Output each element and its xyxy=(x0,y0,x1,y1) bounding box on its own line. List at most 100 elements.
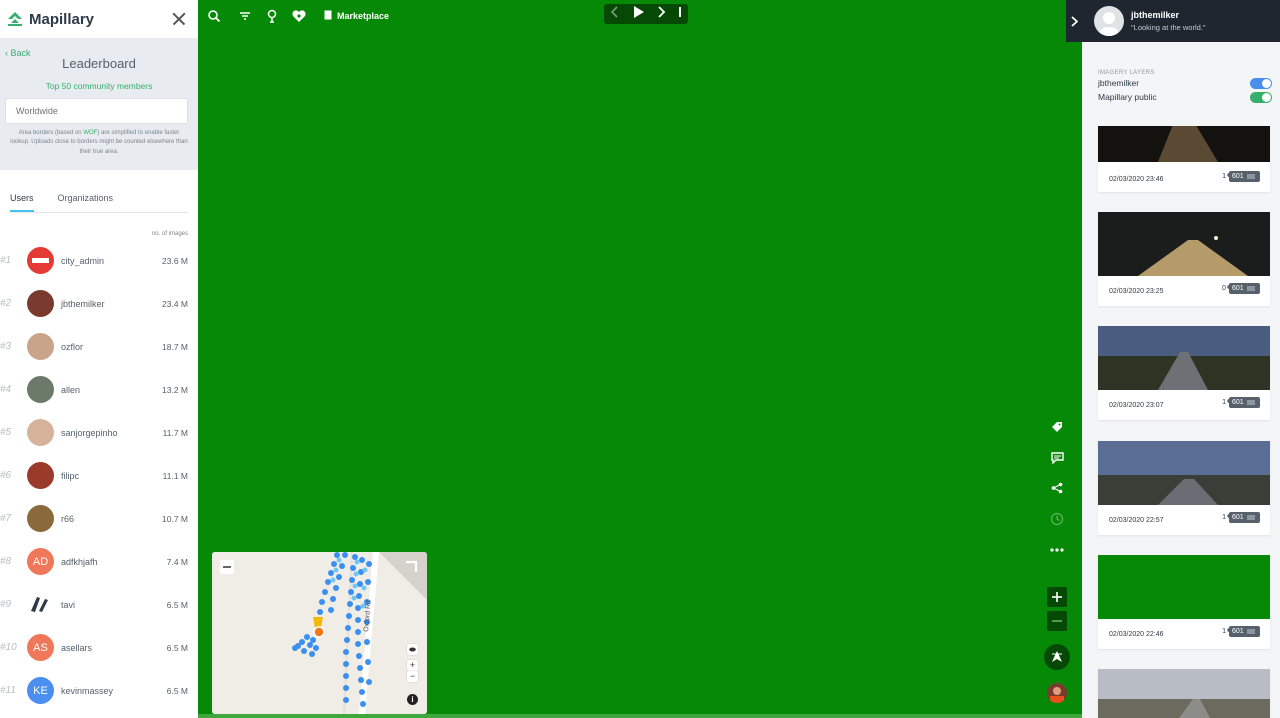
view-count-value: 1 xyxy=(1222,398,1226,406)
next-icon[interactable] xyxy=(656,5,666,23)
zoom-out-icon[interactable] xyxy=(1047,611,1067,631)
info-icon[interactable]: i xyxy=(407,694,418,705)
image-count: 23.4 M xyxy=(162,298,188,309)
sequence-card[interactable]: 02/03/2020 23:07 1 601 xyxy=(1098,326,1270,420)
user-avatar[interactable]: KE xyxy=(27,677,54,704)
zoom-in-icon[interactable] xyxy=(1047,587,1067,607)
leaderboard-row[interactable]: #3 ozflor 18.7 M xyxy=(0,325,198,368)
region-search-input[interactable] xyxy=(5,98,188,124)
comment-icon[interactable] xyxy=(1047,448,1067,468)
filter-icon[interactable] xyxy=(237,8,253,24)
username-link[interactable]: jbthemilker xyxy=(61,299,162,309)
traffic-sign-icon[interactable] xyxy=(264,8,280,24)
sequence-thumbnail[interactable] xyxy=(1098,441,1270,505)
marketplace-link[interactable]: Marketplace xyxy=(337,11,389,21)
images-icon xyxy=(1246,286,1255,291)
sequence-thumbnail[interactable] xyxy=(1098,669,1270,718)
user-avatar-icon[interactable] xyxy=(1047,683,1067,703)
sequence-player xyxy=(604,4,688,24)
minimap[interactable]: Oxford Rd + − i xyxy=(212,552,427,714)
username-link[interactable]: allen xyxy=(61,385,162,395)
history-icon[interactable] xyxy=(1047,509,1067,529)
leaderboard-row[interactable]: #8 AD adfkhjafh 7.4 M xyxy=(0,540,198,583)
image-count: 6.5 M xyxy=(166,599,188,610)
view-count-value: 0 xyxy=(1222,284,1226,292)
image-count-badge: 601 xyxy=(1229,171,1260,182)
images-icon xyxy=(1246,400,1255,405)
leaderboard-row[interactable]: #11 KE kevinmassey 6.5 M xyxy=(0,669,198,712)
layers-eye-icon[interactable] xyxy=(407,644,418,655)
user-avatar[interactable]: AD xyxy=(27,548,54,575)
user-avatar[interactable] xyxy=(27,505,54,532)
here-logo-avatar-icon[interactable] xyxy=(27,591,54,618)
mapillary-logo-icon[interactable] xyxy=(6,10,24,28)
image-count: 6.5 M xyxy=(166,642,188,653)
minimap-zoom-out-button[interactable]: − xyxy=(407,671,418,682)
sequence-thumbnail[interactable] xyxy=(1098,326,1270,390)
sequence-card[interactable]: 02/03/2020 22:46 1 601 xyxy=(1098,555,1270,649)
back-link[interactable]: ‹ Back xyxy=(5,48,31,58)
speed-slider-handle[interactable] xyxy=(678,5,682,23)
collapse-minimap-button[interactable] xyxy=(220,560,234,574)
leaderboard-row[interactable]: #4 allen 13.2 M xyxy=(0,368,198,411)
username-link[interactable]: asellars xyxy=(61,643,167,653)
map-features-icon[interactable] xyxy=(291,8,307,24)
rank-label: #11 xyxy=(0,685,16,696)
tag-icon[interactable] xyxy=(1047,417,1067,437)
leaderboard-row[interactable]: #1 city_admin 23.6 M xyxy=(0,239,198,282)
search-icon[interactable] xyxy=(206,8,222,24)
user-avatar[interactable] xyxy=(27,333,54,360)
leaderboard-row[interactable]: #6 filipc 11.1 M xyxy=(0,454,198,497)
sequence-card[interactable]: 02/03/2020 23:25 0 601 xyxy=(1098,212,1270,306)
image-count: 13.2 M xyxy=(162,384,188,395)
wof-link[interactable]: WOF xyxy=(83,130,97,136)
leaderboard-header: ‹ Back Leaderboard Top 50 community memb… xyxy=(0,38,198,170)
previous-icon[interactable] xyxy=(610,5,620,23)
profile-username[interactable]: jbthemilker xyxy=(1131,10,1206,20)
no-entry-avatar-icon[interactable] xyxy=(27,247,54,274)
leaderboard-row[interactable]: #9 tavi 6.5 M xyxy=(0,583,198,626)
close-icon[interactable] xyxy=(170,10,188,28)
sequence-thumbnail[interactable] xyxy=(1098,555,1270,619)
compass-icon[interactable] xyxy=(1044,644,1070,670)
profile-avatar[interactable] xyxy=(1094,6,1124,36)
username-link[interactable]: filipc xyxy=(61,471,163,481)
leaderboard-row[interactable]: #10 AS asellars 6.5 M xyxy=(0,626,198,669)
layer-row: jbthemilker xyxy=(1098,76,1272,90)
username-link[interactable]: sanjorgepinho xyxy=(61,428,163,438)
share-icon[interactable] xyxy=(1047,478,1067,498)
user-avatar[interactable] xyxy=(27,376,54,403)
username-link[interactable]: kevinmassey xyxy=(61,686,167,696)
image-count: 11.1 M xyxy=(162,470,188,481)
tab-users[interactable]: Users xyxy=(10,191,34,212)
user-avatar[interactable]: AS xyxy=(27,634,54,661)
image-count: 7.4 M xyxy=(166,556,188,567)
username-link[interactable]: adfkhjafh xyxy=(61,557,167,567)
leaderboard-row[interactable]: #2 jbthemilker 23.4 M xyxy=(0,282,198,325)
sequence-thumbnail[interactable] xyxy=(1098,212,1270,276)
layer-toggle[interactable] xyxy=(1250,91,1272,103)
user-panel: IMAGERY LAYERS jbthemilker Mapillary publ… xyxy=(1082,0,1280,718)
sequence-card[interactable]: 02/03/2020 23:46 1 601 xyxy=(1098,126,1270,192)
user-avatar[interactable] xyxy=(27,462,54,489)
tab-organizations[interactable]: Organizations xyxy=(58,191,114,212)
marketplace-icon[interactable] xyxy=(323,9,333,21)
more-options-icon[interactable] xyxy=(1047,540,1067,560)
leaderboard-row[interactable]: #5 sanjorgepinho 11.7 M xyxy=(0,411,198,454)
sequence-card[interactable]: 02/03/2020 22:57 1 601 xyxy=(1098,441,1270,535)
username-link[interactable]: tavi xyxy=(61,600,167,610)
layer-toggle[interactable] xyxy=(1250,77,1272,89)
sequence-card[interactable] xyxy=(1098,669,1270,718)
leaderboard-row[interactable]: #7 r66 10.7 M xyxy=(0,497,198,540)
username-link[interactable]: ozflor xyxy=(61,342,162,352)
view-count-value: 1 xyxy=(1222,513,1226,521)
layer-name: Mapillary public xyxy=(1098,92,1157,102)
user-avatar[interactable] xyxy=(27,290,54,317)
sequence-thumbnail[interactable] xyxy=(1098,126,1270,162)
user-avatar[interactable] xyxy=(27,419,54,446)
username-link[interactable]: r66 xyxy=(61,514,162,524)
chevron-right-icon[interactable] xyxy=(1066,0,1082,42)
minimap-zoom-in-button[interactable]: + xyxy=(407,660,418,671)
username-link[interactable]: city_admin xyxy=(61,256,162,266)
play-icon[interactable] xyxy=(632,5,644,23)
